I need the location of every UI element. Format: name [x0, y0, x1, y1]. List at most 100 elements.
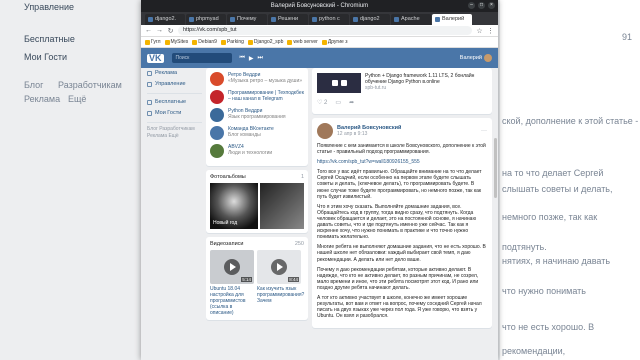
link-thumbnail: [317, 73, 361, 93]
bookmark-item[interactable]: web server: [287, 39, 318, 45]
star-icon[interactable]: ☆: [476, 27, 483, 35]
photo-album[interactable]: Новый год: [210, 183, 258, 229]
browser-tab[interactable]: django2: [350, 14, 390, 25]
browser-tab[interactable]: Apache: [391, 14, 431, 25]
comment-icon[interactable]: ▭: [335, 99, 341, 106]
video-item[interactable]: 8:44 Как изучить язык программирования? …: [257, 250, 304, 316]
close-button[interactable]: ×: [488, 2, 495, 9]
tab-label: django2.: [155, 16, 177, 22]
group-item[interactable]: Ретро Веддри «Музыка ретро – музыка души»: [210, 72, 304, 86]
guests-icon: [147, 111, 152, 116]
play-icon[interactable]: ▶: [249, 55, 254, 62]
post-paragraph: Появление с кем занимается в школе Бовсу…: [317, 143, 486, 156]
bg-footer-blog: Блог: [24, 80, 44, 90]
link-card[interactable]: Python + Django framework 1.11 LTS, 2 бо…: [317, 73, 487, 93]
group-item[interactable]: ABVZ4 Люди и технологии: [210, 144, 304, 158]
window-titlebar: Валерий Бовсуновский - Chromium – □ ×: [141, 0, 498, 12]
post-paragraph: Многие ребята не выполняют домашние зада…: [317, 244, 486, 263]
video-thumbnail[interactable]: 8:44: [257, 250, 301, 284]
folder-icon: [192, 39, 198, 45]
photos-header[interactable]: Фотоальбомы: [210, 174, 246, 180]
forward-icon[interactable]: →: [156, 27, 163, 34]
scrollbar[interactable]: [494, 138, 497, 198]
nav-item-ads[interactable]: Реклама: [147, 68, 202, 79]
share-icon[interactable]: ➦: [349, 99, 354, 106]
bookmark-item[interactable]: MySites: [164, 39, 188, 45]
user-menu[interactable]: Валерий: [460, 54, 492, 62]
video-caption[interactable]: Как изучить язык программирования? Зачем: [257, 286, 304, 304]
apps-icon: [147, 100, 152, 105]
nav-footer[interactable]: Блог Разработчикам Реклама Ещё: [147, 126, 202, 140]
nav-item-guests[interactable]: Мои Гости: [147, 108, 202, 119]
photo-caption: Новый год: [213, 220, 238, 226]
nav-item-manage[interactable]: Управление: [147, 79, 202, 90]
address-bar[interactable]: https://vk.com/spb_tut: [178, 26, 472, 35]
bookmark-item[interactable]: Гугл: [145, 39, 161, 45]
more-icon[interactable]: ···: [481, 128, 487, 134]
wall-post: Валерий Бовсуновский 12 апр в 9:13 ··· П…: [312, 118, 492, 329]
browser-tab[interactable]: django2.: [145, 14, 185, 25]
post-paragraph: Что я этим хочу сказать. Выполняйте дома…: [317, 203, 477, 241]
browser-tab[interactable]: python с: [309, 14, 349, 25]
play-icon: [271, 259, 287, 275]
prev-icon[interactable]: ⏮: [240, 55, 245, 62]
group-item[interactable]: Python Веддри Язык программирования: [210, 108, 304, 122]
bg-line: слышать советы и делать,: [502, 184, 613, 194]
search-input[interactable]: Поиск: [171, 53, 232, 63]
maximize-button[interactable]: □: [478, 2, 485, 9]
bg-footer-more: Ещё: [68, 94, 87, 104]
browser-tab-active[interactable]: Валерий: [432, 14, 472, 25]
author-avatar[interactable]: [317, 123, 333, 139]
bg-line: что нужно понимать: [502, 286, 586, 296]
bookmark-item[interactable]: Debian9: [192, 39, 217, 45]
next-icon[interactable]: ⏭: [258, 55, 263, 62]
browser-tab[interactable]: phpmyad: [186, 14, 226, 25]
back-icon[interactable]: ←: [145, 27, 152, 34]
post-link[interactable]: https://vk.com/spb_tut?w=wall180926155_5…: [317, 159, 420, 165]
favicon-icon: [394, 17, 399, 22]
favicon-icon: [312, 17, 317, 22]
nav-label: Реклама: [155, 70, 178, 76]
vk-logo[interactable]: VK: [147, 53, 164, 63]
bookmark-item[interactable]: Другие з: [321, 39, 348, 45]
bookmark-item[interactable]: Parking: [220, 39, 244, 45]
user-name: Валерий: [459, 55, 482, 61]
nav-item-free[interactable]: Бесплатные: [147, 97, 202, 108]
group-avatar: [210, 72, 224, 86]
group-subtitle: Люди и технологии: [228, 150, 273, 156]
tab-strip: django2. phpmyad Почему Решени python с …: [141, 12, 498, 25]
favicon-icon: [353, 17, 358, 22]
bookmark-label: Debian9: [198, 39, 217, 45]
video-caption[interactable]: Ubuntu 18.04 настройка для программистов…: [210, 286, 254, 316]
python-icon: [331, 80, 338, 86]
toolbar: ← → ↻ https://vk.com/spb_tut ☆ ⋮: [141, 25, 498, 37]
video-item[interactable]: 5:14 Ubuntu 18.04 настройка для программ…: [210, 250, 254, 316]
play-icon: [224, 259, 240, 275]
group-avatar: [210, 126, 224, 140]
browser-tab[interactable]: Почему: [227, 14, 267, 25]
favicon-icon: [189, 17, 194, 22]
bg-nav-guests: Мои Гости: [24, 52, 68, 62]
menu-icon[interactable]: ⋮: [487, 27, 494, 35]
like-button[interactable]: ♡ 2: [317, 99, 327, 106]
folder-icon: [220, 39, 226, 45]
bg-line: подтянуть.: [502, 242, 547, 252]
divider: [147, 122, 202, 123]
divider: [147, 93, 202, 94]
reload-icon[interactable]: ↻: [167, 27, 174, 35]
browser-tab[interactable]: Решени: [268, 14, 308, 25]
bg-nav-free: Бесплатные: [24, 34, 75, 44]
bookmark-label: Django2_spb: [253, 39, 284, 45]
bookmark-label: Parking: [226, 39, 244, 45]
bg-line: на то что делает Сергей: [502, 168, 604, 178]
photo-album[interactable]: [260, 183, 304, 229]
videos-header[interactable]: Видеозаписи: [210, 241, 243, 247]
group-item[interactable]: Программирование | Техподкбек – наш кана…: [210, 90, 304, 104]
minimize-button[interactable]: –: [468, 2, 475, 9]
video-thumbnail[interactable]: 5:14: [210, 250, 254, 284]
bookmark-item[interactable]: Django2_spb: [247, 39, 284, 45]
audio-player: ⏮ ▶ ⏭: [240, 55, 263, 62]
post-date[interactable]: 12 апр в 9:13: [337, 131, 401, 137]
left-nav: Реклама Управление Бесплатные Мои Гости …: [147, 68, 202, 140]
group-item[interactable]: Команда ВКонтакте Блог команды: [210, 126, 304, 140]
